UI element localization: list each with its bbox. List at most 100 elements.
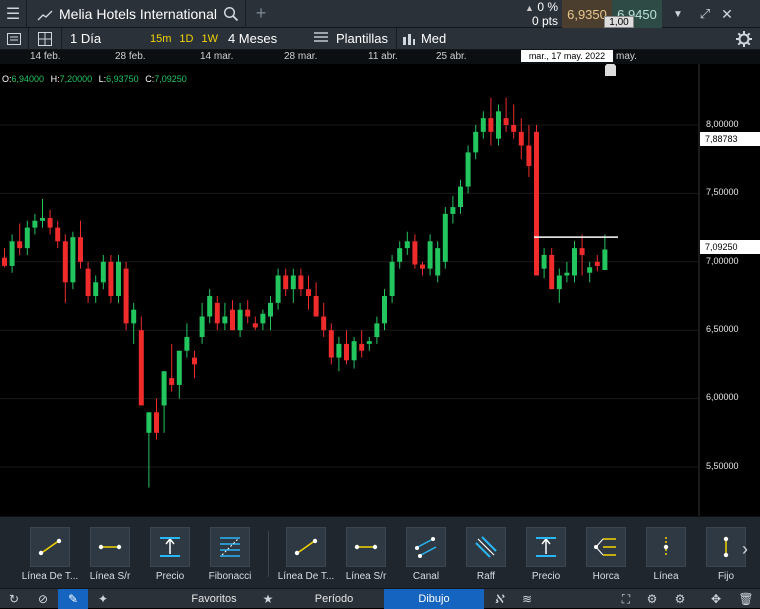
open-value: 6,94000	[11, 74, 45, 84]
drawing-tool-label: Horca	[592, 571, 620, 582]
no-entry-icon[interactable]: ⊘	[28, 589, 58, 609]
search-icon[interactable]	[223, 6, 239, 22]
templates-icon[interactable]	[313, 31, 332, 46]
drawing-tool-button[interactable]: Línea	[636, 527, 696, 582]
add-chart-icon[interactable]: +	[246, 0, 276, 28]
crosshair-price-label: 7,88783	[700, 132, 760, 146]
price-panel: ▲ 0 % 0 pts 6,9350 6,9450 ▼ ⤢ ✕	[516, 0, 760, 28]
timeframe-1d[interactable]: 1D	[179, 33, 193, 45]
drawing-tool-label: Línea De T...	[21, 571, 79, 582]
date-axis: 14 feb. 28 feb. 14 mar. 28 mar. 11 abr. …	[0, 50, 760, 64]
settings-gear-icon[interactable]	[736, 31, 752, 47]
expand-icon[interactable]: ⤢	[694, 0, 716, 28]
indicators-icon[interactable]: ℵ	[486, 589, 512, 609]
close-icon[interactable]: ✕	[716, 0, 738, 28]
refresh-icon[interactable]: ↻	[0, 589, 28, 609]
candle-body	[32, 220, 38, 228]
drawing-tool-label: Precio	[155, 571, 185, 582]
drawing-tool-button[interactable]: Línea S/r	[80, 527, 140, 582]
pencil-icon[interactable]: ✎	[58, 589, 88, 609]
expand-icon[interactable]: ✥	[704, 589, 728, 609]
candle-body	[116, 261, 121, 296]
tools-scroll-left-icon[interactable]	[0, 517, 12, 589]
change-readout: ▲ 0 % 0 pts	[516, 0, 562, 28]
drawing-tool-button[interactable]: Línea S/r	[336, 527, 396, 582]
divider	[268, 531, 269, 577]
crosshair-date-label: mar., 17 may. 2022	[521, 50, 613, 62]
drawing-tool-label: Línea S/r	[89, 571, 131, 582]
price-tick-label: 5,50000	[706, 461, 739, 471]
scroll-down-icon[interactable]: ▼	[662, 0, 694, 28]
candle-body	[283, 275, 289, 290]
tab-periodo[interactable]: Período	[284, 589, 384, 609]
drawing-tool-button[interactable]: Fibonacci	[200, 527, 260, 582]
candle-body	[541, 254, 547, 269]
drawing-tool-button[interactable]: Horca	[576, 527, 636, 582]
range-select[interactable]: 4 Meses	[228, 31, 314, 46]
trend-line-icon	[30, 527, 70, 567]
settings-alt-icon[interactable]: ⚙	[668, 589, 692, 609]
settings-icon[interactable]: ⚙	[640, 589, 664, 609]
candle-body	[511, 125, 517, 132]
candle-body	[123, 268, 129, 324]
candle-body	[100, 261, 106, 283]
candle-body	[359, 343, 365, 351]
candle-body	[427, 241, 433, 269]
candle-body	[564, 272, 570, 276]
instrument-title[interactable]: Melia Hotels International	[59, 6, 217, 22]
drawing-tool-button[interactable]: Canal	[396, 527, 456, 582]
candle-body	[435, 248, 441, 276]
close-label: C:	[145, 74, 155, 84]
change-pct: 0 %	[537, 0, 558, 14]
candle-body	[442, 213, 448, 262]
candle-body	[374, 323, 380, 338]
candle-body	[78, 237, 83, 262]
triangle-up-icon: ▲	[525, 3, 534, 13]
drawing-tool-button[interactable]: Línea De T...	[276, 527, 336, 582]
pitchfork-icon	[586, 527, 626, 567]
candle-body	[70, 237, 76, 283]
price-type-select[interactable]: Med	[421, 31, 446, 46]
chart-toolbar: 1 Día 15m 1D 1W 4 Meses Plantillas Med	[0, 27, 760, 50]
candle-body	[131, 309, 137, 324]
candle-body	[199, 316, 205, 338]
candle-body	[579, 248, 585, 255]
tab-dibujo[interactable]: Dibujo	[384, 589, 484, 609]
menu-icon[interactable]: ☰	[0, 0, 26, 28]
drawing-tool-button[interactable]: Raff	[456, 527, 516, 582]
price-type-icon[interactable]	[397, 32, 421, 46]
templates-button[interactable]: Plantillas	[336, 31, 396, 46]
candle-body	[518, 131, 524, 146]
candle-body	[184, 337, 190, 351]
layout-grid-icon[interactable]	[29, 31, 61, 46]
interval-select[interactable]: 1 Día	[70, 31, 146, 46]
wave-icon[interactable]: ≋	[514, 589, 540, 609]
candle-body	[306, 289, 311, 296]
candle-body	[496, 111, 501, 139]
candle-body	[389, 261, 395, 296]
last-price-label: 7,09250	[700, 240, 760, 254]
drawing-tool-button[interactable]: Precio	[140, 527, 200, 582]
candle-body	[230, 309, 235, 331]
magic-icon[interactable]: ✦	[88, 589, 118, 609]
drawing-tool-label: Fibonacci	[208, 571, 252, 582]
candle-body	[412, 241, 418, 265]
drawing-tool-button[interactable]: Línea De T...	[20, 527, 80, 582]
date-label: 11 abr.	[368, 51, 398, 62]
drawing-tool-button[interactable]: Precio	[516, 527, 576, 582]
star-icon[interactable]: ★	[258, 589, 278, 609]
candle-body	[214, 302, 220, 324]
trash-icon[interactable]: 🗑	[734, 589, 758, 609]
chevron-right-icon[interactable]: ›	[742, 539, 748, 560]
chart-menu-icon[interactable]	[0, 32, 28, 45]
open-label: O:	[2, 74, 12, 84]
candle-body	[24, 227, 30, 249]
price-chart[interactable]	[0, 64, 760, 516]
high-label: H:	[50, 74, 60, 84]
paint-bucket-icon[interactable]: ⛶	[614, 589, 638, 609]
price-tick-label: 7,50000	[706, 187, 739, 197]
timeframe-1w[interactable]: 1W	[201, 33, 218, 45]
timeframe-15m[interactable]: 15m	[150, 33, 171, 45]
candle-body	[344, 343, 349, 361]
vertical-line-icon	[646, 527, 686, 567]
